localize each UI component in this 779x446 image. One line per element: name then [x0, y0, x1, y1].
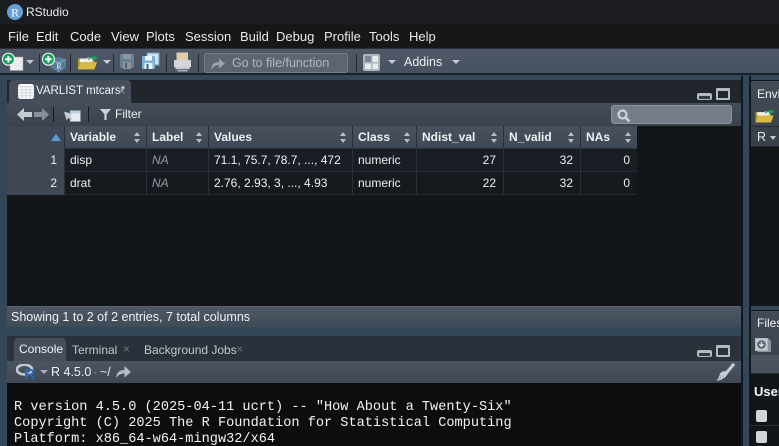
svg-text:R: R	[56, 61, 62, 71]
svg-text:R: R	[11, 6, 19, 20]
svg-text:R: R	[24, 366, 35, 380]
